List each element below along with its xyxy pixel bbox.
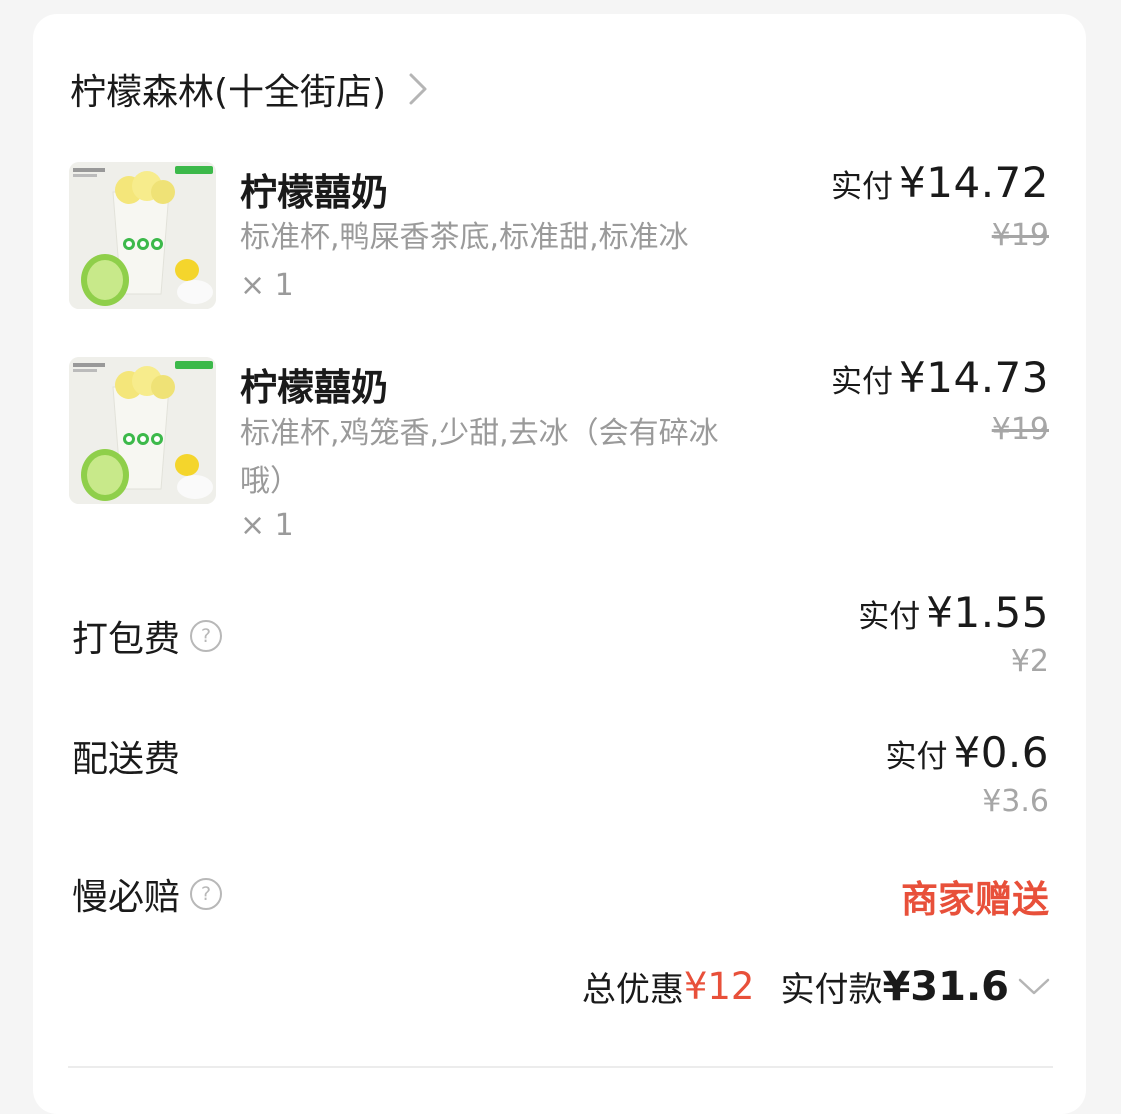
paid-label: 实付: [831, 169, 894, 205]
item-paid-price: 实付 ¥14.72: [831, 158, 1049, 207]
divider: [68, 1066, 1053, 1068]
item-name: 柠檬囍奶: [240, 171, 388, 214]
packing-fee-row: 打包费 ?: [72, 610, 223, 662]
packing-fee-original: ¥2: [1010, 644, 1049, 679]
paid-amount: ¥0.6: [953, 728, 1049, 777]
packing-fee-paid: 实付 ¥1.55: [858, 588, 1049, 637]
lemon-milk-tea-cup-icon: [69, 162, 216, 309]
paid-amount: ¥14.73: [899, 353, 1049, 402]
delivery-fee-row: 配送费: [72, 730, 180, 782]
item-spec: 标准杯,鸡笼香,少甜,去冰（会有碎冰哦）: [240, 416, 719, 499]
item-original-price: ¥19: [991, 412, 1049, 447]
product-image[interactable]: [69, 357, 216, 504]
delivery-fee-original: ¥3.6: [982, 784, 1049, 819]
help-icon[interactable]: ?: [190, 878, 223, 910]
late-guarantee-label: 慢必赔: [72, 877, 181, 918]
lemon-milk-tea-cup-icon: [69, 357, 216, 504]
item-quantity: × 1: [240, 268, 294, 303]
delivery-fee-paid: 实付 ¥0.6: [885, 728, 1049, 777]
total-paid-label: 实付款: [780, 970, 883, 1010]
discount-label: 总优惠: [581, 970, 684, 1010]
late-guarantee-value: 商家赠送: [901, 878, 1049, 921]
late-guarantee-row: 慢必赔 ?: [72, 868, 223, 920]
item-original-price: ¥19: [991, 218, 1049, 253]
item-quantity: × 1: [240, 508, 294, 543]
help-icon[interactable]: ?: [190, 620, 223, 652]
paid-label: 实付: [885, 739, 948, 775]
paid-label: 实付: [858, 599, 921, 635]
item-spec: 标准杯,鸭屎香茶底,标准甜,标准冰: [240, 220, 689, 255]
order-summary[interactable]: 总优惠 ¥12 实付款 ¥31.6: [582, 962, 1051, 1011]
paid-label: 实付: [831, 364, 894, 400]
chevron-down-icon[interactable]: [1017, 977, 1051, 997]
product-image[interactable]: [69, 162, 216, 309]
discount-amount: ¥12: [683, 965, 755, 1008]
item-paid-price: 实付 ¥14.73: [831, 353, 1049, 402]
total-paid-amount: ¥31.6: [882, 963, 1009, 1010]
item-name: 柠檬囍奶: [240, 366, 388, 409]
paid-amount: ¥14.72: [899, 158, 1049, 207]
store-header[interactable]: 柠檬森林(十全街店): [70, 64, 428, 114]
packing-fee-label: 打包费: [72, 619, 181, 660]
paid-amount: ¥1.55: [926, 588, 1049, 637]
chevron-right-icon[interactable]: [408, 72, 428, 106]
delivery-fee-label: 配送费: [72, 739, 181, 780]
store-name[interactable]: 柠檬森林(十全街店): [70, 63, 386, 115]
